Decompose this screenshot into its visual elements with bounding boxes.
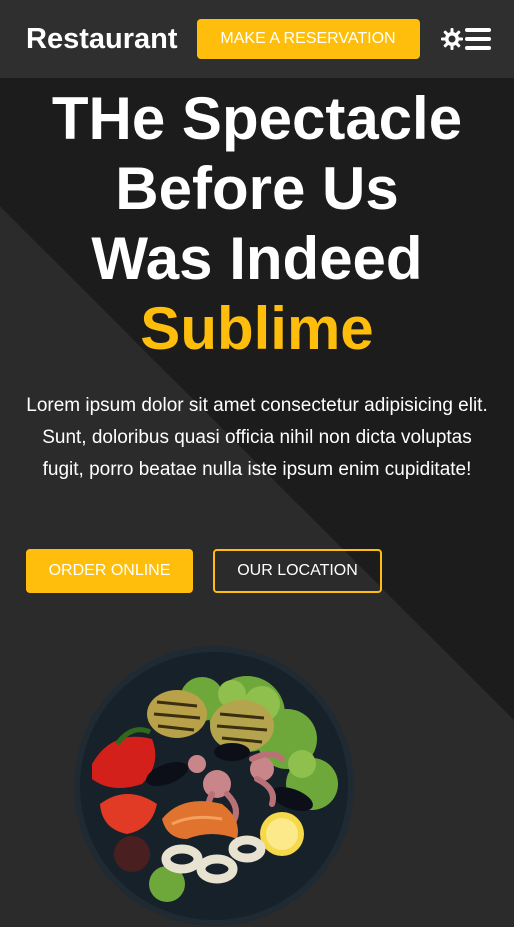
gear-icon[interactable] bbox=[439, 26, 465, 52]
make-reservation-button[interactable]: MAKE A RESERVATION bbox=[196, 19, 420, 59]
headline-line: Before Us bbox=[115, 155, 399, 222]
headline-line: Was Indeed bbox=[91, 225, 423, 292]
dish-image bbox=[72, 644, 356, 927]
menu-bar bbox=[464, 28, 491, 32]
site-logo[interactable]: Restaurant bbox=[26, 23, 178, 56]
menu-bar bbox=[464, 37, 491, 41]
hero-headline: THe Spectacle Before Us Was Indeed Subli… bbox=[0, 84, 514, 364]
hero-buttons: ORDER ONLINE OUR LOCATION bbox=[26, 549, 382, 593]
hero-section: THe Spectacle Before Us Was Indeed Subli… bbox=[0, 84, 514, 486]
menu-bar bbox=[464, 46, 491, 50]
top-navbar: Restaurant MAKE A RESERVATION bbox=[0, 0, 514, 78]
hamburger-menu-icon[interactable] bbox=[464, 28, 491, 50]
our-location-button[interactable]: OUR LOCATION bbox=[213, 549, 382, 593]
headline-accent: Sublime bbox=[140, 295, 374, 362]
headline-line: THe Spectacle bbox=[51, 85, 463, 152]
hero-description: Lorem ipsum dolor sit amet consectetur a… bbox=[26, 395, 488, 480]
order-online-button[interactable]: ORDER ONLINE bbox=[26, 549, 193, 593]
